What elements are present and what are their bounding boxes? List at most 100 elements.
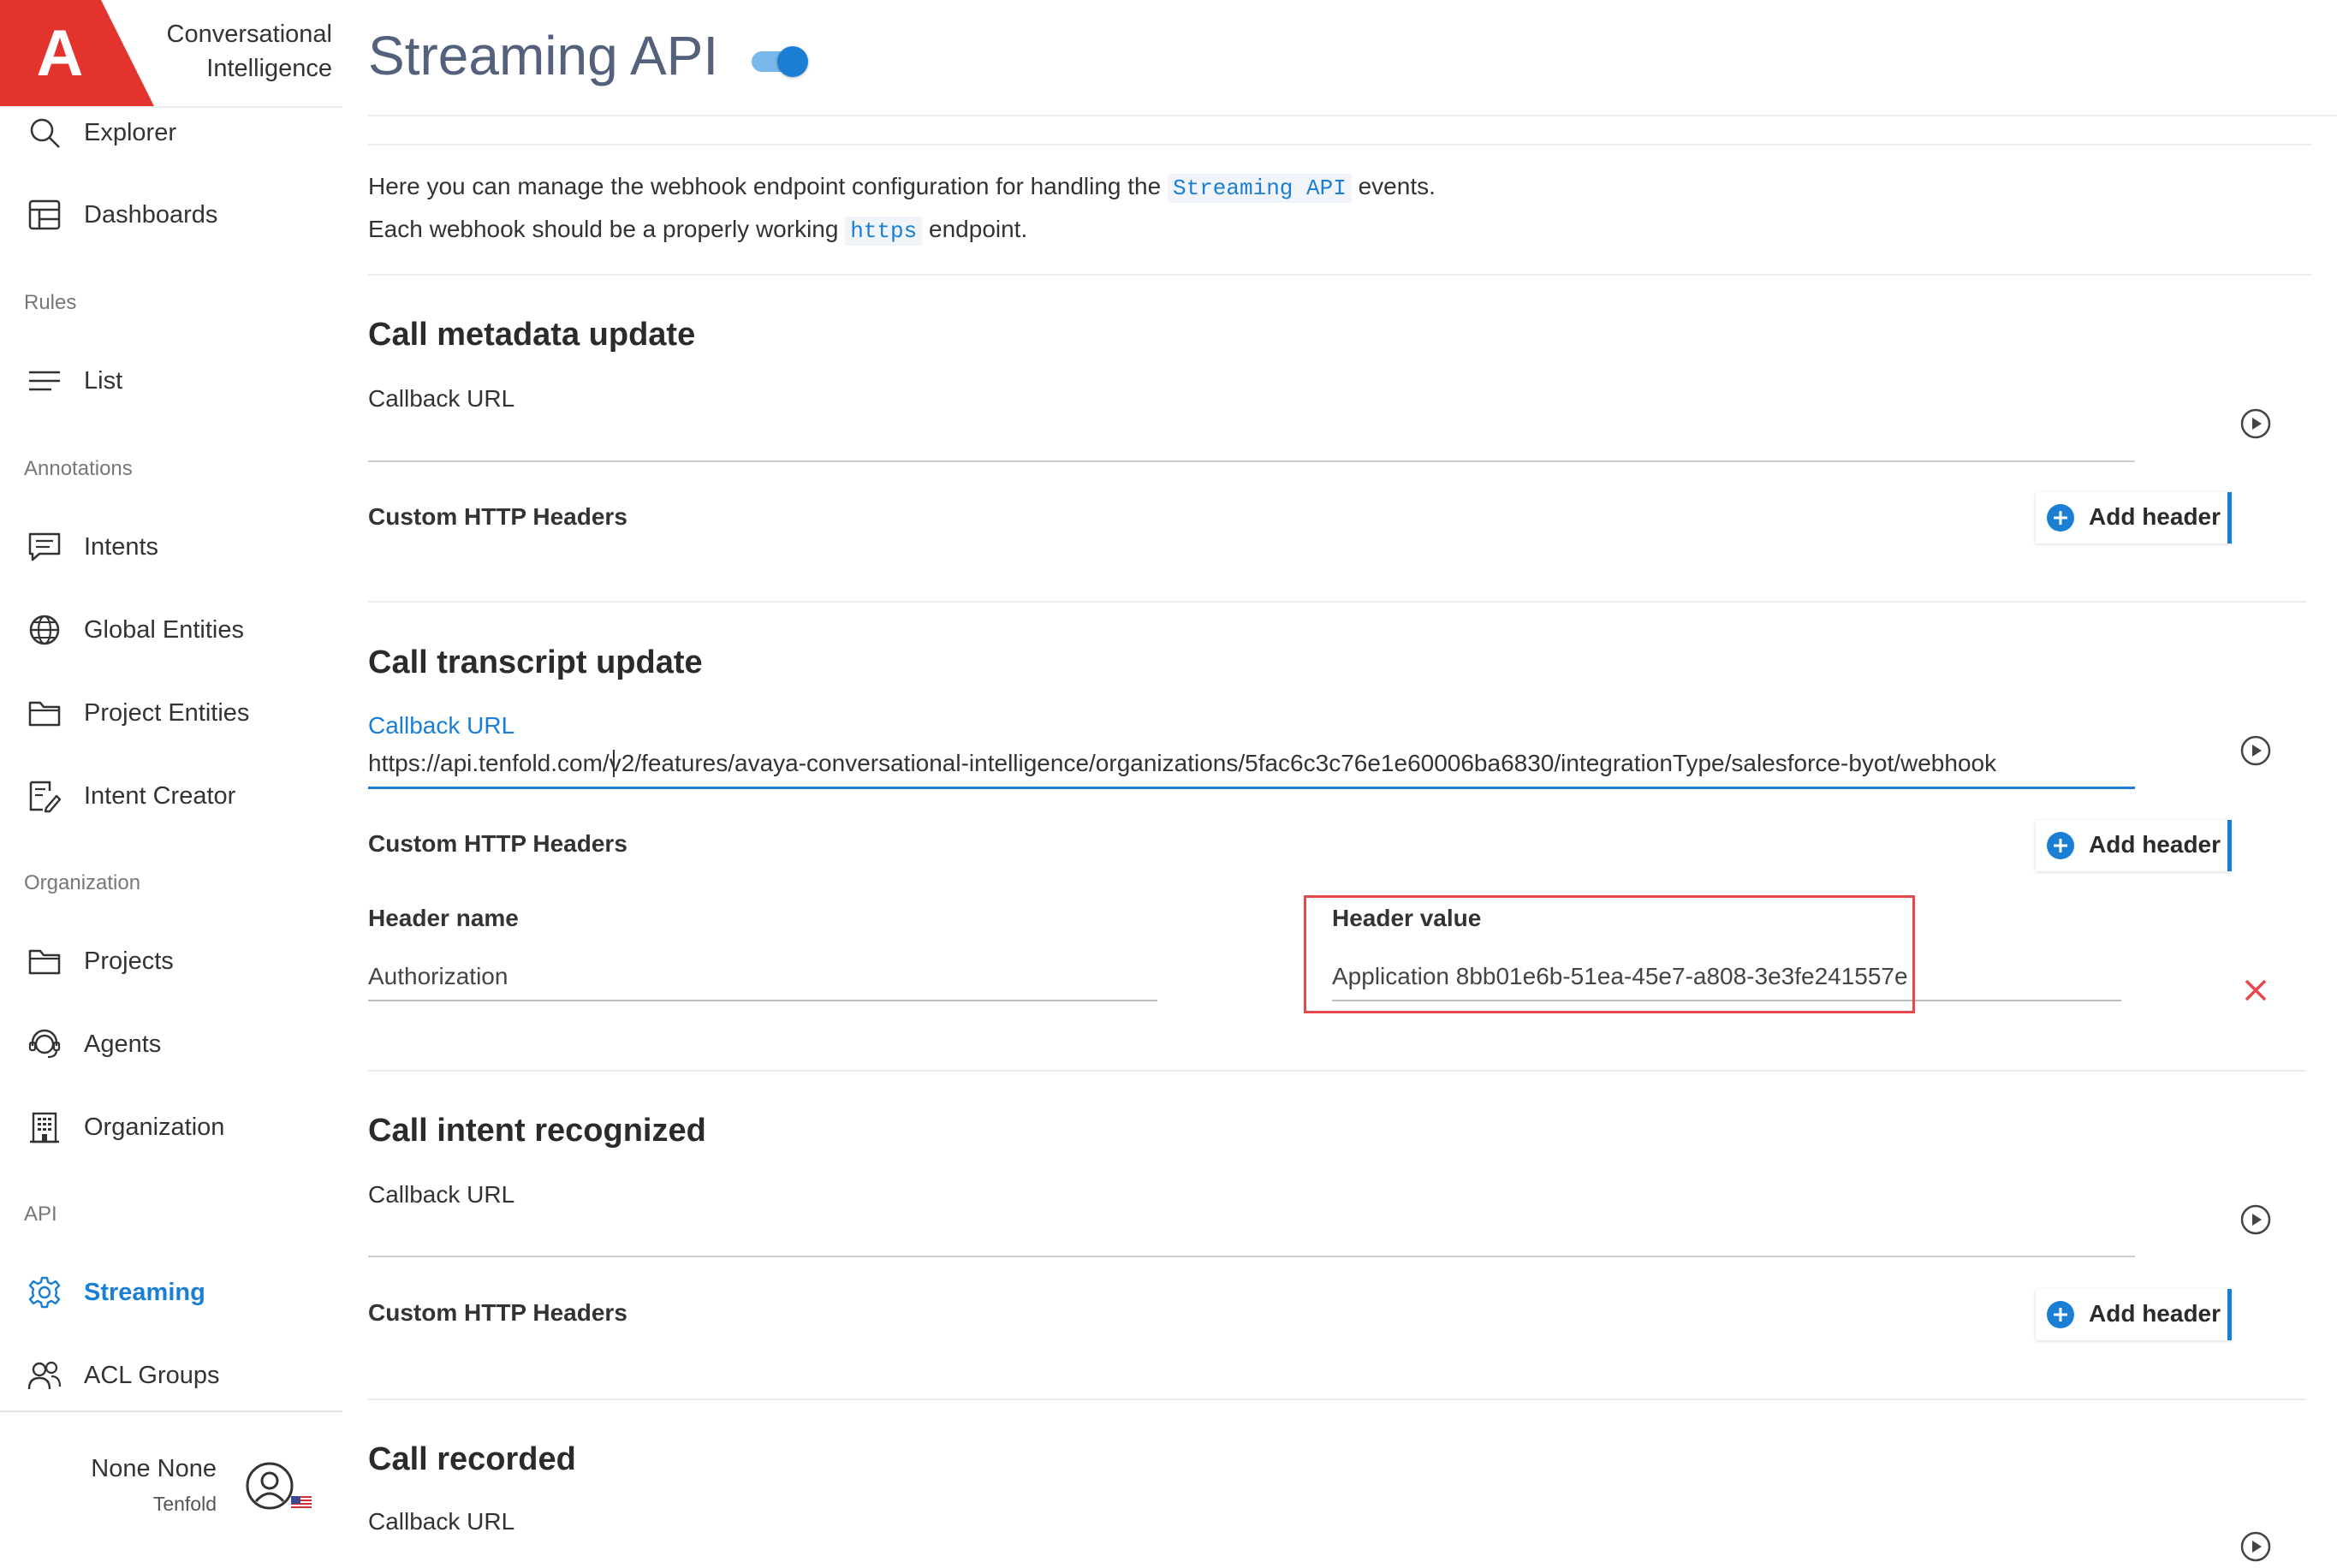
sidebar-item-global-entities[interactable]: Global Entities: [0, 600, 342, 660]
brand-title: Conversational Intelligence: [128, 17, 332, 86]
section-label-api: API: [24, 1203, 57, 1226]
user-org: Tenfold: [152, 1493, 217, 1515]
sidebar-item-label: List: [84, 366, 123, 395]
intro-divider: [368, 274, 2311, 276]
code-https: https: [845, 217, 923, 246]
sidebar-item-explorer[interactable]: Explorer: [0, 103, 342, 163]
header-name-input[interactable]: Authorization: [368, 963, 508, 990]
sidebar-item-label: Streaming: [84, 1278, 205, 1306]
input-underline: [368, 1000, 1157, 1001]
custom-headers-label: Custom HTTP Headers: [368, 830, 627, 857]
add-header-button[interactable]: Add header: [2036, 1289, 2232, 1340]
section-title-call-intent: Call intent recognized: [368, 1113, 706, 1149]
sidebar-item-label: Agents: [84, 1030, 162, 1058]
sidebar-item-acl-groups[interactable]: ACL Groups: [0, 1345, 342, 1405]
chat-icon: [27, 530, 62, 564]
section-divider: [368, 601, 2306, 603]
sidebar-footer-divider: [0, 1411, 342, 1412]
play-circle-icon[interactable]: [2239, 1529, 2273, 1564]
add-header-label: Add header: [2089, 831, 2221, 858]
globe-icon: [27, 613, 62, 647]
intro-text: Here you can manage the webhook endpoint…: [368, 173, 1162, 199]
sidebar-item-intent-creator[interactable]: Intent Creator: [0, 766, 342, 826]
sidebar-item-label: Project Entities: [84, 698, 250, 727]
list-icon: [27, 364, 62, 398]
intro-text: Each webhook should be a properly workin…: [368, 216, 839, 242]
headset-icon: [27, 1027, 62, 1061]
brand-line-2: Intelligence: [206, 55, 332, 82]
section-divider: [368, 1399, 2306, 1400]
avatar[interactable]: [244, 1460, 295, 1512]
intro-line-2: Each webhook should be a properly workin…: [368, 216, 1028, 246]
sidebar-item-projects[interactable]: Projects: [0, 931, 342, 991]
plus-circle-icon: [2046, 503, 2075, 532]
sidebar-item-project-entities[interactable]: Project Entities: [0, 683, 342, 743]
sidebar: A Conversational Intelligence Explorer D…: [0, 0, 342, 1553]
section-title-call-transcript: Call transcript update: [368, 644, 703, 680]
add-header-button[interactable]: Add header: [2036, 820, 2232, 871]
sidebar-item-label: Organization: [84, 1113, 225, 1141]
sidebar-item-label: Intents: [84, 532, 159, 561]
table-icon: [27, 198, 62, 232]
edit-icon: [27, 779, 62, 813]
search-icon: [27, 116, 62, 150]
header-divider: [368, 115, 2337, 116]
highlight-annotation-box: [1304, 895, 1915, 1013]
gear-icon: [27, 1275, 62, 1310]
sidebar-item-label: Global Entities: [84, 615, 244, 644]
sidebar-item-dashboards[interactable]: Dashboards: [0, 185, 342, 245]
sidebar-item-list[interactable]: List: [0, 351, 342, 411]
input-underline: [368, 460, 2135, 462]
play-circle-icon[interactable]: [2239, 734, 2273, 768]
sidebar-item-label: Intent Creator: [84, 781, 236, 810]
close-icon[interactable]: [2243, 977, 2269, 1003]
user-name: None None: [91, 1455, 217, 1482]
add-header-button[interactable]: Add header: [2036, 492, 2232, 543]
play-circle-icon[interactable]: [2239, 407, 2273, 441]
sidebar-item-label: Explorer: [84, 118, 176, 146]
plus-circle-icon: [2046, 831, 2075, 860]
page-title: Streaming API: [368, 25, 719, 86]
callback-url-input-call-recorded[interactable]: [599, 1508, 2055, 1542]
sidebar-item-label: Dashboards: [84, 200, 218, 229]
sidebar-item-intents[interactable]: Intents: [0, 517, 342, 577]
sidebar-item-organization[interactable]: Organization: [0, 1097, 342, 1157]
brand-line-1: Conversational: [166, 21, 332, 48]
sidebar-item-streaming[interactable]: Streaming: [0, 1262, 342, 1322]
users-icon: [27, 1358, 62, 1393]
folder-icon: [27, 944, 62, 978]
building-icon: [27, 1110, 62, 1144]
section-label-annotations: Annotations: [24, 457, 133, 480]
folder-icon: [27, 696, 62, 730]
input-underline-focused: [368, 787, 2135, 789]
section-title-call-recorded: Call recorded: [368, 1441, 576, 1477]
section-label-rules: Rules: [24, 291, 77, 314]
play-circle-icon[interactable]: [2239, 1203, 2273, 1237]
streaming-enabled-toggle[interactable]: [752, 46, 808, 77]
svg-text:A: A: [37, 17, 84, 90]
callback-url-input-call-metadata[interactable]: [368, 419, 2135, 454]
add-header-label: Add header: [2089, 1300, 2221, 1327]
callback-url-label: Callback URL: [368, 1181, 515, 1208]
callback-url-label: Callback URL: [368, 712, 515, 739]
section-divider: [368, 1070, 2306, 1072]
sidebar-item-agents[interactable]: Agents: [0, 1014, 342, 1074]
callback-url-label: Callback URL: [368, 1508, 515, 1535]
us-flag-icon: [291, 1496, 312, 1510]
sidebar-item-label: ACL Groups: [84, 1361, 220, 1389]
callback-url-label: Callback URL: [368, 385, 515, 412]
custom-headers-label: Custom HTTP Headers: [368, 503, 627, 530]
custom-headers-label: Custom HTTP Headers: [368, 1299, 627, 1326]
callback-url-input-call-intent[interactable]: [368, 1215, 2135, 1250]
text-caret: [613, 750, 615, 777]
section-title-call-metadata: Call metadata update: [368, 317, 696, 353]
intro-text: events.: [1358, 173, 1436, 199]
main-content: Streaming API Here you can manage the we…: [342, 0, 2337, 1562]
intro-line-1: Here you can manage the webhook endpoint…: [368, 173, 1436, 203]
section-label-organization: Organization: [24, 871, 141, 894]
plus-circle-icon: [2046, 1300, 2075, 1329]
toggle-knob: [777, 46, 808, 77]
add-header-label: Add header: [2089, 503, 2221, 530]
intro-text: endpoint.: [929, 216, 1028, 242]
header-name-label: Header name: [368, 905, 519, 931]
